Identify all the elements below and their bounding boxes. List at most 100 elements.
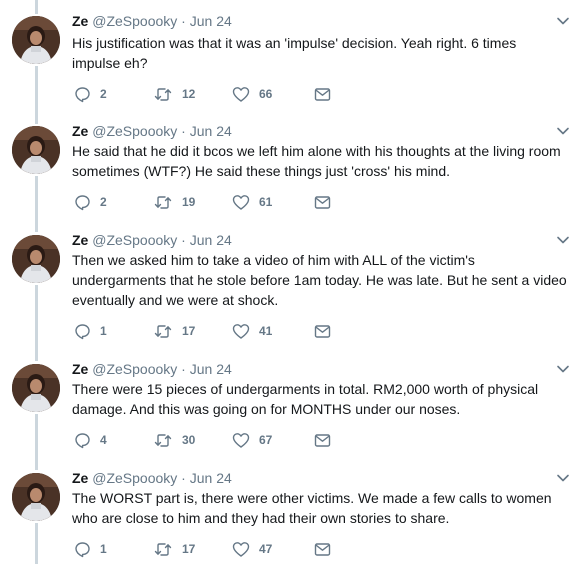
- direct-message-button[interactable]: [314, 433, 331, 448]
- retweet-button[interactable]: 17: [153, 323, 232, 340]
- tweet-header: Ze @ZeSpoooky · Jun 24: [72, 12, 232, 30]
- heart-icon: [232, 194, 250, 211]
- retweet-count: 17: [182, 324, 196, 338]
- retweet-button[interactable]: 30: [153, 432, 232, 449]
- direct-message-button[interactable]: [314, 87, 331, 102]
- reply-button[interactable]: 2: [74, 194, 153, 211]
- retweet-icon: [153, 323, 173, 340]
- avatar[interactable]: [12, 126, 60, 174]
- tweet-date[interactable]: Jun 24: [190, 123, 232, 139]
- reply-count: 1: [100, 324, 107, 338]
- avatar[interactable]: [12, 473, 60, 521]
- like-count: 47: [259, 542, 273, 556]
- retweet-button[interactable]: 17: [153, 541, 232, 558]
- like-count: 66: [259, 87, 273, 101]
- reply-icon: [74, 86, 91, 103]
- direct-message-button[interactable]: [314, 324, 331, 339]
- author-name[interactable]: Ze: [72, 361, 88, 377]
- avatar[interactable]: [12, 235, 60, 283]
- retweet-icon: [153, 194, 173, 211]
- retweet-icon: [153, 432, 173, 449]
- heart-icon: [232, 432, 250, 449]
- like-count: 41: [259, 324, 273, 338]
- author-handle[interactable]: @ZeSpoooky: [92, 232, 177, 248]
- tweet[interactable]: Ze @ZeSpoooky · Jun 24 The WORST part is…: [0, 457, 581, 564]
- reply-button[interactable]: 2: [74, 86, 153, 103]
- like-button[interactable]: 61: [232, 194, 314, 211]
- separator: ·: [181, 232, 186, 248]
- tweet[interactable]: Ze @ZeSpoooky · Jun 24 There were 15 pie…: [0, 348, 581, 457]
- reply-count: 4: [100, 433, 107, 447]
- retweet-button[interactable]: 12: [153, 86, 232, 103]
- tweet-text-line: The WORST part is, there were other vict…: [72, 490, 552, 506]
- author-name[interactable]: Ze: [72, 470, 88, 486]
- author-name[interactable]: Ze: [72, 13, 88, 29]
- reply-icon: [74, 541, 91, 558]
- author-handle[interactable]: @ZeSpoooky: [92, 361, 177, 377]
- tweet-text-line: eventually and we were at shock.: [72, 292, 279, 308]
- heart-icon: [232, 323, 250, 340]
- tweet[interactable]: Ze @ZeSpoooky · Jun 24 His justification…: [0, 0, 581, 110]
- like-button[interactable]: 67: [232, 432, 314, 449]
- avatar[interactable]: [12, 364, 60, 412]
- tweet-text-line: There were 15 pieces of undergarments in…: [72, 381, 539, 397]
- retweet-icon: [153, 541, 173, 558]
- tweet-text-line: who are close to him and they had their …: [72, 510, 450, 526]
- author-name[interactable]: Ze: [72, 123, 88, 139]
- reply-icon: [74, 194, 91, 211]
- tweet-actions: 2 19 61: [74, 192, 331, 212]
- reply-button[interactable]: 1: [74, 323, 153, 340]
- author-handle[interactable]: @ZeSpoooky: [92, 13, 177, 29]
- tweet-actions: 1 17 47: [74, 539, 331, 559]
- retweet-count: 17: [182, 542, 196, 556]
- like-count: 67: [259, 433, 273, 447]
- chevron-down-icon[interactable]: [556, 233, 570, 247]
- direct-message-button[interactable]: [314, 195, 331, 210]
- tweet-header: Ze @ZeSpoooky · Jun 24: [72, 122, 232, 140]
- tweet-text-line: impulse eh?: [72, 55, 148, 71]
- tweet-actions: 1 17 41: [74, 321, 331, 341]
- tweet-date[interactable]: Jun 24: [190, 470, 232, 486]
- tweet-date[interactable]: Jun 24: [190, 232, 232, 248]
- envelope-icon: [314, 195, 331, 210]
- like-count: 61: [259, 195, 273, 209]
- tweet[interactable]: Ze @ZeSpoooky · Jun 24 He said that he d…: [0, 110, 581, 219]
- reply-count: 2: [100, 87, 107, 101]
- tweet-date[interactable]: Jun 24: [190, 361, 232, 377]
- retweet-count: 12: [182, 87, 196, 101]
- retweet-count: 19: [182, 195, 196, 209]
- tweet-text-line: sometimes (WTF?) He said these things ju…: [72, 163, 451, 179]
- author-handle[interactable]: @ZeSpoooky: [92, 470, 177, 486]
- chevron-down-icon[interactable]: [556, 124, 570, 138]
- tweet-text: His justification was that it was an 'im…: [72, 33, 572, 73]
- like-button[interactable]: 41: [232, 323, 314, 340]
- like-button[interactable]: 47: [232, 541, 314, 558]
- avatar[interactable]: [12, 16, 60, 64]
- envelope-icon: [314, 433, 331, 448]
- tweet-text-line: Then we asked him to take a video of him…: [72, 252, 475, 268]
- tweet-text: He said that he did it bcos we left him …: [72, 141, 572, 181]
- tweet-date[interactable]: Jun 24: [190, 13, 232, 29]
- separator: ·: [181, 361, 186, 377]
- tweet-text: There were 15 pieces of undergarments in…: [72, 379, 572, 419]
- retweet-count: 30: [182, 433, 196, 447]
- retweet-button[interactable]: 19: [153, 194, 232, 211]
- reply-icon: [74, 323, 91, 340]
- tweet-text-line: He said that he did it bcos we left him …: [72, 143, 561, 159]
- separator: ·: [181, 470, 186, 486]
- author-handle[interactable]: @ZeSpoooky: [92, 123, 177, 139]
- direct-message-button[interactable]: [314, 542, 331, 557]
- reply-icon: [74, 432, 91, 449]
- reply-button[interactable]: 4: [74, 432, 153, 449]
- author-name[interactable]: Ze: [72, 232, 88, 248]
- chevron-down-icon[interactable]: [556, 362, 570, 376]
- envelope-icon: [314, 324, 331, 339]
- tweet[interactable]: Ze @ZeSpoooky · Jun 24 Then we asked him…: [0, 219, 581, 348]
- tweet-header: Ze @ZeSpoooky · Jun 24: [72, 231, 232, 249]
- reply-count: 2: [100, 195, 107, 209]
- chevron-down-icon[interactable]: [556, 14, 570, 28]
- envelope-icon: [314, 542, 331, 557]
- reply-button[interactable]: 1: [74, 541, 153, 558]
- chevron-down-icon[interactable]: [556, 471, 570, 485]
- like-button[interactable]: 66: [232, 86, 314, 103]
